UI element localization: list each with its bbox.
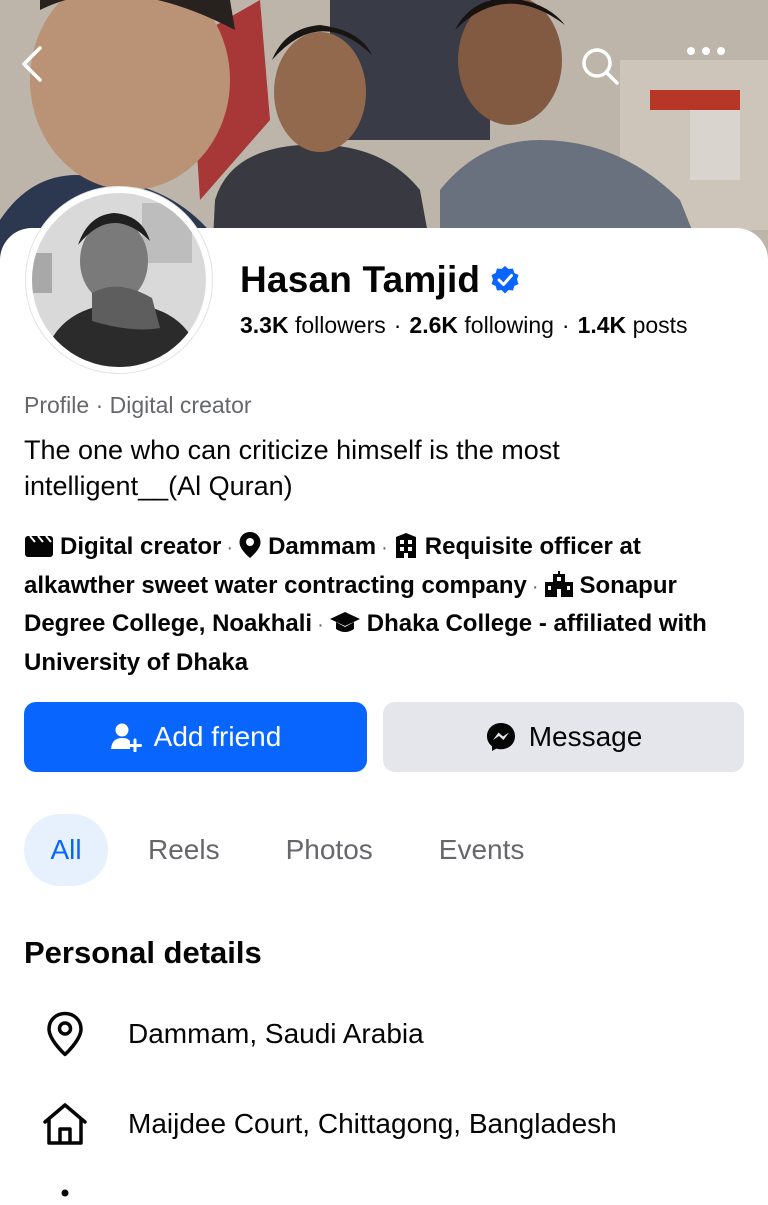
search-button[interactable] [580,46,636,102]
verified-badge-icon [490,265,520,295]
intro-item-digital-creator: Digital creator [24,533,221,560]
profile-bio: The one who can criticize himself is the… [24,435,560,501]
more-dots-icon [687,47,725,55]
personal-details-title: Personal details [24,935,262,970]
graduation-cap-icon [329,610,361,646]
profile-avatar[interactable] [26,187,212,373]
back-button[interactable] [18,46,74,102]
add-friend-button[interactable]: Add friend [24,702,367,772]
location-pin-icon [238,531,262,569]
profile-category: Profile · Digital creator [24,392,252,418]
messenger-icon [486,723,515,751]
profile-stats: 3.3K followers · 2.6K following · 1.4K posts [240,312,688,338]
info-icon [58,1186,72,1205]
message-label: Message [528,721,643,752]
chevron-left-icon [22,46,42,82]
work-building-icon [393,531,419,569]
avatar-image [32,193,206,367]
school-building-icon [544,570,574,608]
search-icon [582,48,619,85]
message-button[interactable]: Message [383,702,744,772]
detail-current-city[interactable]: Dammam, Saudi Arabia [24,1004,424,1064]
home-icon [24,1102,106,1146]
intro-item-location: Dammam [238,532,376,560]
followers-stat[interactable]: 3.3K followers [240,312,386,338]
tab-photos[interactable]: Photos [286,834,373,866]
profile-tabs: All Reels Photos Events [24,814,524,886]
following-stat[interactable]: 2.6K following [409,312,553,338]
detail-hometown-text: Maijdee Court, Chittagong, Bangladesh [128,1108,617,1139]
tab-events[interactable]: Events [439,834,525,866]
intro-details: Digital creator · Dammam · Requisite officer… [24,531,707,676]
detail-hometown[interactable]: Maijdee Court, Chittagong, Bangladesh [24,1094,617,1154]
add-friend-label: Add friend [153,721,282,752]
location-outline-icon [24,1011,106,1057]
profile-name-row: Hasan Tamjid [240,256,520,304]
tab-reels[interactable]: Reels [148,834,220,866]
detail-current-city-text: Dammam, Saudi Arabia [128,1018,424,1049]
add-person-icon [110,723,142,752]
more-options-button[interactable] [686,46,742,102]
clapperboard-icon [24,533,54,569]
profile-name: Hasan Tamjid [240,259,481,300]
tab-all[interactable]: All [24,814,108,886]
posts-stat[interactable]: 1.4K posts [578,312,688,338]
